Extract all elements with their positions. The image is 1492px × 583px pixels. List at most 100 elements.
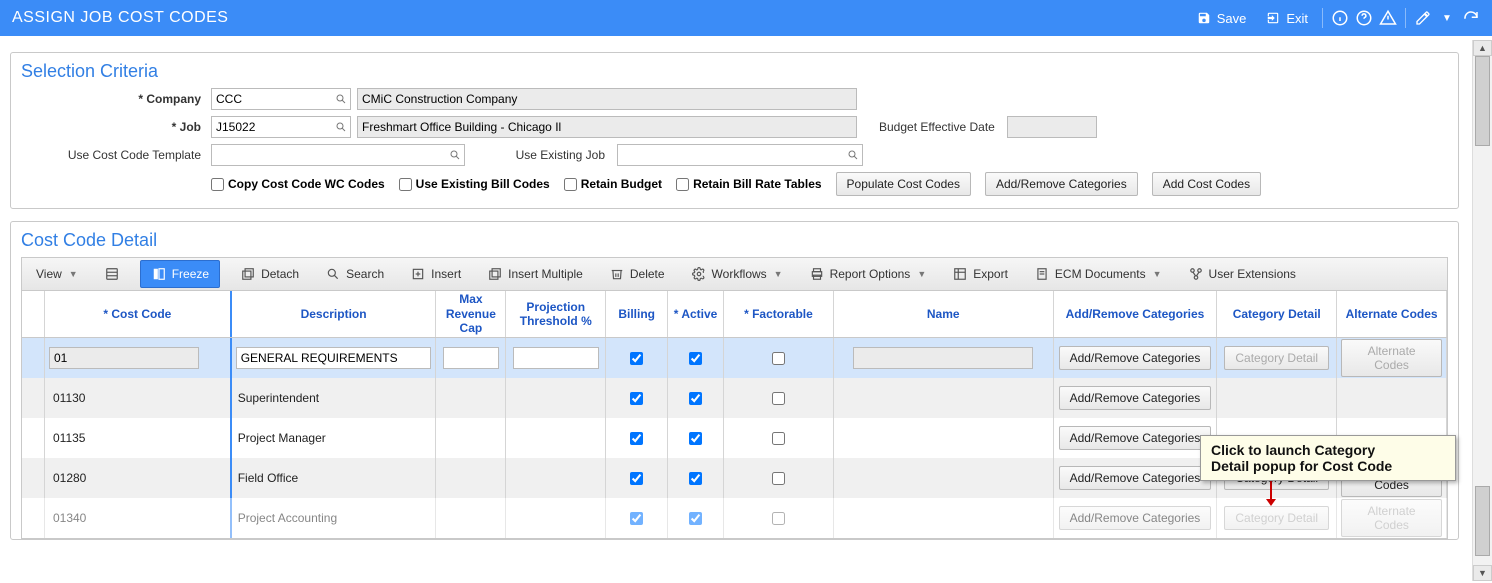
cell-name[interactable] <box>834 418 1054 458</box>
cell-billing[interactable] <box>606 458 668 498</box>
addremove-row-button[interactable]: Add/Remove Categories <box>1059 346 1212 370</box>
use-template-lookup-icon[interactable] <box>446 149 464 161</box>
cell-billing[interactable] <box>606 498 668 538</box>
addremove-row-button[interactable]: Add/Remove Categories <box>1059 506 1212 530</box>
col-active[interactable]: * Active <box>668 291 724 337</box>
cell-proj-thresh[interactable] <box>506 418 606 458</box>
factorable-checkbox[interactable] <box>772 352 785 365</box>
cell-active[interactable] <box>668 418 724 458</box>
factorable-checkbox[interactable] <box>772 392 785 405</box>
retain-budget-checkbox-wrap[interactable]: Retain Budget <box>564 177 662 191</box>
exit-button[interactable]: Exit <box>1258 6 1314 30</box>
addremove-row-button[interactable]: Add/Remove Categories <box>1059 466 1212 490</box>
scroll-thumb[interactable] <box>1475 56 1490 146</box>
cell-name[interactable] <box>834 498 1054 538</box>
cell-name[interactable] <box>834 338 1054 378</box>
factorable-checkbox[interactable] <box>772 432 785 445</box>
active-checkbox[interactable] <box>689 352 702 365</box>
view-menu[interactable]: View ▼ <box>30 264 84 284</box>
col-factorable[interactable]: * Factorable <box>724 291 834 337</box>
retain-bill-rate-checkbox-wrap[interactable]: Retain Bill Rate Tables <box>676 177 821 191</box>
col-name[interactable]: Name <box>834 291 1054 337</box>
billing-checkbox[interactable] <box>630 392 643 405</box>
cell-active[interactable] <box>668 378 724 418</box>
info-icon[interactable] <box>1331 9 1349 27</box>
edit-icon[interactable] <box>1414 9 1432 27</box>
scroll-thumb-2[interactable] <box>1475 486 1490 556</box>
budget-date-input[interactable] <box>1008 120 1096 134</box>
search-button[interactable]: Search <box>319 263 390 285</box>
use-existing-bill-checkbox[interactable] <box>399 178 412 191</box>
cell-cost-code[interactable]: 01280 <box>45 458 232 498</box>
company-input[interactable] <box>212 92 333 106</box>
refresh-icon[interactable] <box>1462 9 1480 27</box>
cell-description[interactable]: Field Office <box>232 458 437 498</box>
billing-checkbox[interactable] <box>630 352 643 365</box>
cell-max-rev[interactable] <box>436 338 506 378</box>
cell-billing[interactable] <box>606 378 668 418</box>
row-handle[interactable] <box>22 458 45 498</box>
vertical-scrollbar[interactable]: ▲ ▼ <box>1472 40 1492 581</box>
cell-factorable[interactable] <box>724 378 834 418</box>
copy-wc-checkbox[interactable] <box>211 178 224 191</box>
cell-factorable[interactable] <box>724 458 834 498</box>
col-billing[interactable]: Billing <box>606 291 668 337</box>
cell-active[interactable] <box>668 338 724 378</box>
use-existing-lookup-icon[interactable] <box>844 149 862 161</box>
cell-max-rev[interactable] <box>436 418 506 458</box>
factorable-checkbox[interactable] <box>772 512 785 525</box>
job-lookup-icon[interactable] <box>333 121 350 133</box>
factorable-checkbox[interactable] <box>772 472 785 485</box>
addremove-row-button[interactable]: Add/Remove Categories <box>1059 386 1212 410</box>
retain-bill-rate-checkbox[interactable] <box>676 178 689 191</box>
col-alternate-codes[interactable]: Alternate Codes <box>1337 291 1447 337</box>
export-button[interactable]: Export <box>946 263 1014 285</box>
col-description[interactable]: Description <box>232 291 437 337</box>
col-addremove[interactable]: Add/Remove Categories <box>1054 291 1218 337</box>
addremove-categories-button[interactable]: Add/Remove Categories <box>985 172 1138 196</box>
report-options-button[interactable]: Report Options ▼ <box>803 263 933 285</box>
populate-button[interactable]: Populate Cost Codes <box>836 172 971 196</box>
max-rev-input[interactable] <box>443 347 499 369</box>
scroll-down-icon[interactable]: ▼ <box>1473 565 1492 581</box>
cell-description[interactable] <box>232 338 437 378</box>
cell-active[interactable] <box>668 498 724 538</box>
insert-multiple-button[interactable]: Insert Multiple <box>481 263 589 285</box>
dropdown-icon[interactable]: ▼ <box>1438 9 1456 27</box>
active-checkbox[interactable] <box>689 472 702 485</box>
col-proj-thresh[interactable]: Projection Threshold % <box>506 291 606 337</box>
active-checkbox[interactable] <box>689 392 702 405</box>
cell-factorable[interactable] <box>724 498 834 538</box>
cell-proj-thresh[interactable] <box>506 378 606 418</box>
scroll-up-icon[interactable]: ▲ <box>1473 40 1492 56</box>
addremove-row-button[interactable]: Add/Remove Categories <box>1059 426 1212 450</box>
cell-factorable[interactable] <box>724 418 834 458</box>
table-row[interactable]: 01340Project AccountingAdd/Remove Catego… <box>22 498 1447 538</box>
cell-description[interactable]: Project Accounting <box>232 498 437 538</box>
row-handle[interactable] <box>22 418 45 458</box>
retain-budget-checkbox[interactable] <box>564 178 577 191</box>
cell-cost-code[interactable]: 01135 <box>45 418 232 458</box>
active-checkbox[interactable] <box>689 432 702 445</box>
cell-name[interactable] <box>834 378 1054 418</box>
col-category-detail[interactable]: Category Detail <box>1217 291 1337 337</box>
name-input[interactable] <box>853 347 1033 369</box>
col-max-rev[interactable]: Max Revenue Cap <box>436 291 506 337</box>
insert-button[interactable]: Insert <box>404 263 467 285</box>
cell-active[interactable] <box>668 458 724 498</box>
table-row[interactable]: 01130SuperintendentAdd/Remove Categories <box>22 378 1447 418</box>
cell-cost-code[interactable] <box>45 338 232 378</box>
use-template-input[interactable] <box>212 148 446 162</box>
cell-name[interactable] <box>834 458 1054 498</box>
alert-icon[interactable] <box>1379 9 1397 27</box>
billing-checkbox[interactable] <box>630 512 643 525</box>
cell-max-rev[interactable] <box>436 378 506 418</box>
cell-billing[interactable] <box>606 418 668 458</box>
use-existing-bill-checkbox-wrap[interactable]: Use Existing Bill Codes <box>399 177 550 191</box>
description-input[interactable] <box>236 347 432 369</box>
cell-proj-thresh[interactable] <box>506 458 606 498</box>
col-cost-code[interactable]: * Cost Code <box>45 291 232 337</box>
delete-button[interactable]: Delete <box>603 263 671 285</box>
cell-proj-thresh[interactable] <box>506 498 606 538</box>
cell-proj-thresh[interactable] <box>506 338 606 378</box>
